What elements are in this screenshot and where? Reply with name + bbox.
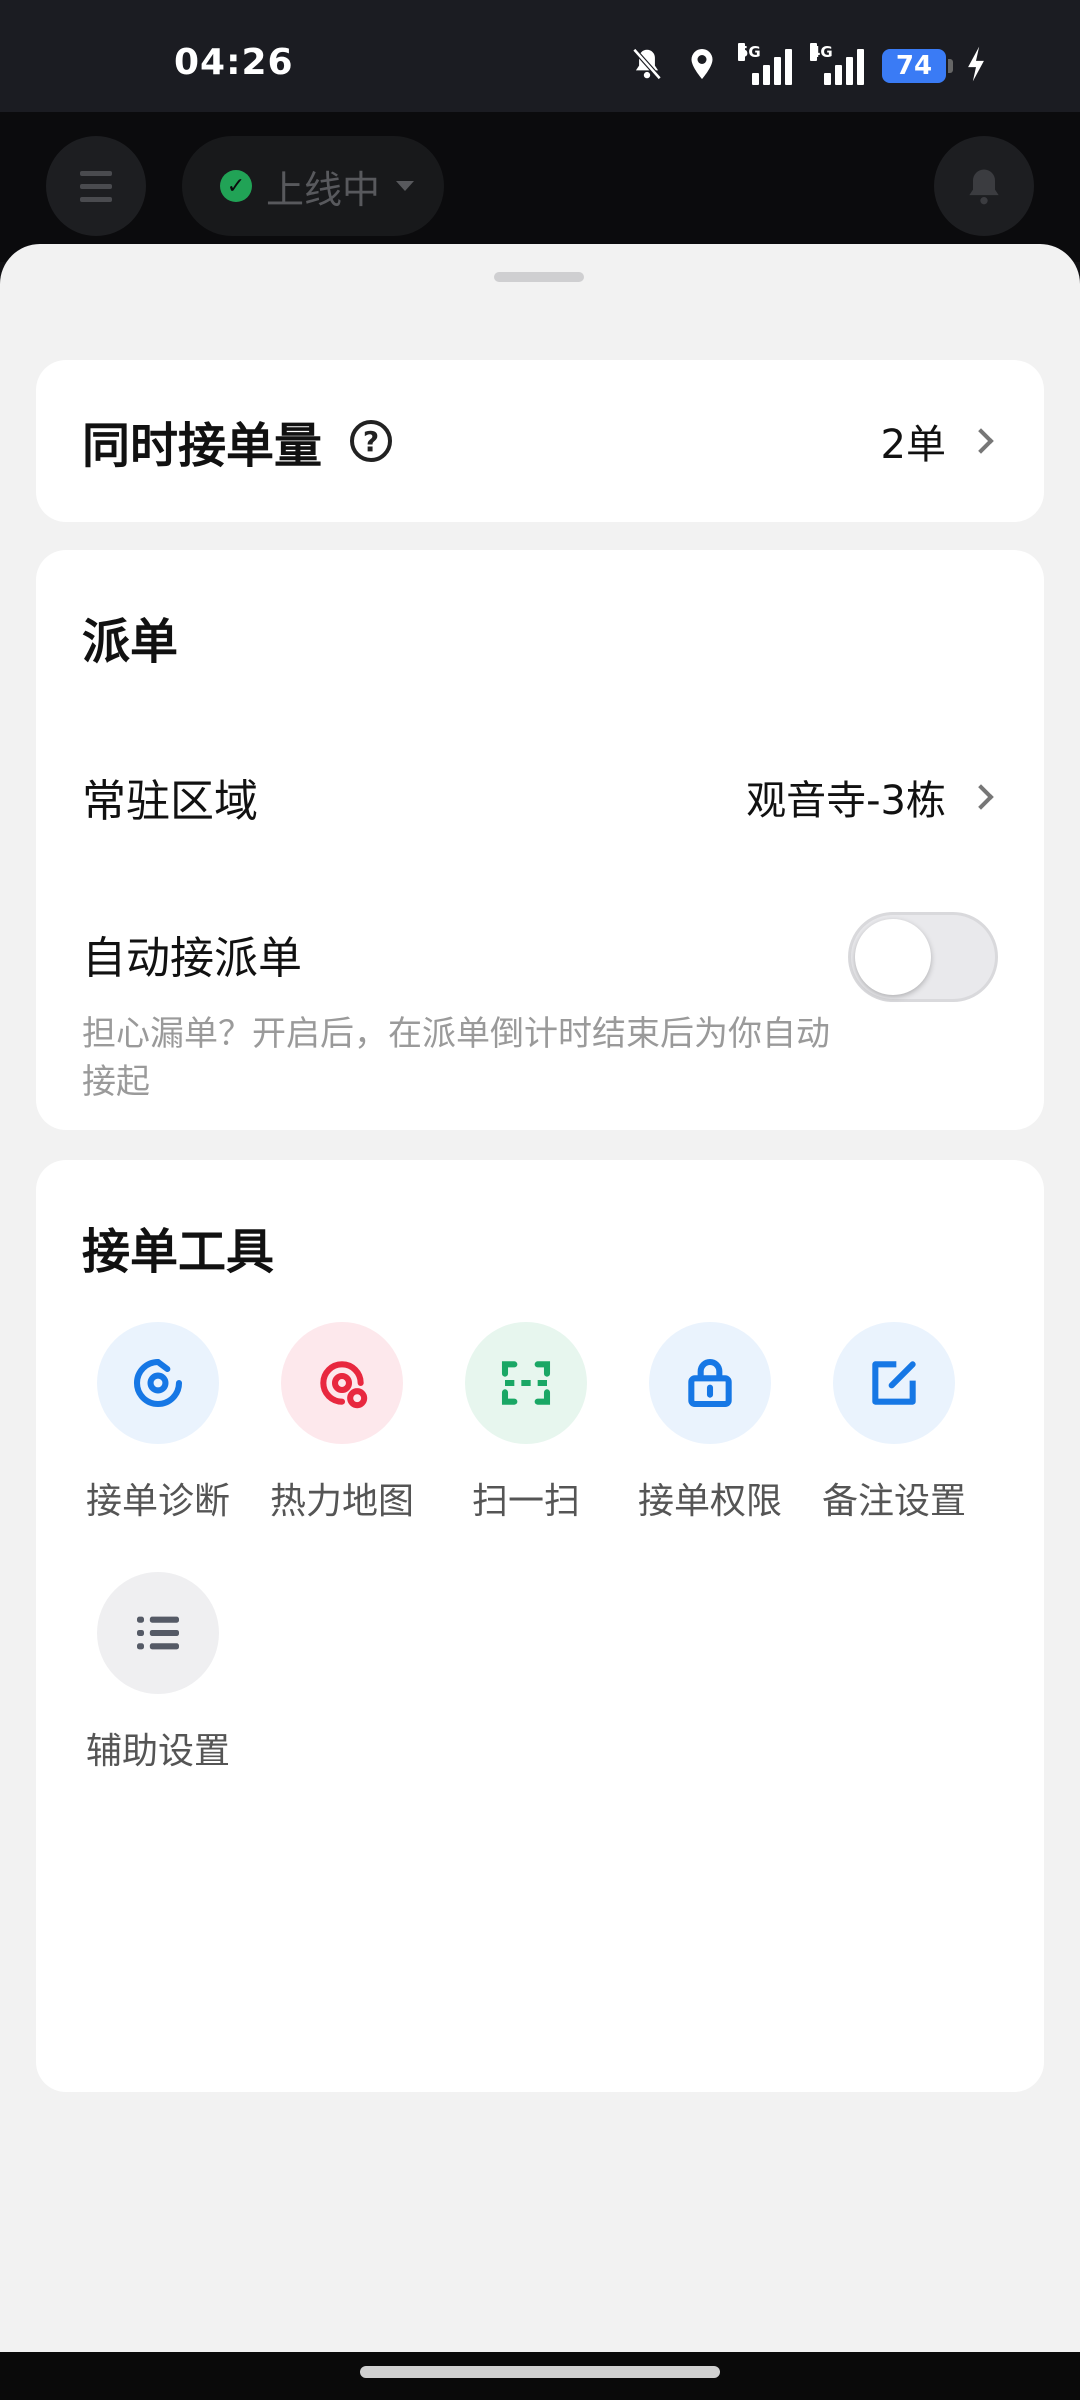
concurrent-orders-label: 同时接单量 — [82, 418, 323, 474]
battery-level: 74 — [895, 51, 933, 81]
tool-order-diagnosis[interactable]: 接单诊断 — [66, 1322, 250, 1524]
resident-region-value: 观音寺-3栋 — [746, 778, 946, 824]
status-time: 04:26 — [174, 42, 294, 83]
tool-label: 辅助设置 — [85, 1731, 230, 1772]
bell-icon — [969, 169, 999, 205]
tool-label: 备注设置 — [821, 1481, 966, 1522]
concurrent-orders-value: 2单 — [880, 422, 946, 468]
tool-label: 接单权限 — [637, 1481, 782, 1522]
settings-sheet: 同时接单量 ? 2单 派单 常驻区域 观音寺-3栋 自动接派单 担心漏单？开启后… — [0, 244, 1080, 2352]
online-status-label: 上线中 — [266, 167, 381, 212]
location-icon — [684, 45, 720, 87]
battery-icon: 74 — [882, 49, 953, 83]
tool-scan[interactable]: 扫一扫 — [434, 1322, 618, 1524]
tool-label: 热力地图 — [269, 1481, 414, 1522]
home-indicator[interactable] — [360, 2366, 720, 2378]
caret-down-icon — [396, 181, 415, 191]
auto-accept-toggle[interactable] — [848, 912, 998, 1002]
auto-accept-label: 自动接派单 — [82, 933, 302, 984]
signal-5g-icon: 5G — [738, 43, 792, 85]
tool-label: 接单诊断 — [85, 1481, 230, 1522]
tool-icon-bg — [281, 1322, 403, 1444]
resident-region-label: 常驻区域 — [82, 776, 258, 827]
tool-note-settings[interactable]: 备注设置 — [802, 1322, 986, 1524]
scan-icon — [501, 1361, 551, 1405]
app-header: ✓ 上线中 — [0, 112, 1080, 262]
charging-icon — [964, 45, 988, 87]
help-icon[interactable]: ? — [350, 420, 393, 462]
status-icons: 5G 4G 74 — [628, 43, 988, 88]
chevron-right-icon — [968, 428, 994, 454]
auto-accept-description: 担心漏单？开启后，在派单倒计时结束后为你自动接起 — [82, 1014, 830, 1102]
order-tools-card: 接单工具 接单诊断 热力地图 扫一扫 接单权限 备注设置 辅助设置 — [36, 1160, 1044, 2092]
diagnosis-icon — [134, 1358, 183, 1407]
tool-order-permission[interactable]: 接单权限 — [618, 1322, 802, 1524]
heatmap-icon — [320, 1361, 368, 1409]
signal-4g-icon: 4G — [810, 43, 864, 85]
menu-button[interactable] — [46, 136, 146, 236]
dispatch-card: 派单 常驻区域 观音寺-3栋 自动接派单 担心漏单？开启后，在派单倒计时结束后为… — [36, 550, 1044, 1130]
tool-icon-bg — [97, 1322, 219, 1444]
tool-icon-bg — [833, 1322, 955, 1444]
tool-heatmap[interactable]: 热力地图 — [250, 1322, 434, 1524]
mute-icon — [628, 45, 666, 87]
check-circle-icon: ✓ — [220, 170, 252, 202]
chevron-right-icon — [968, 784, 994, 810]
order-tools-title: 接单工具 — [82, 1224, 275, 1280]
dispatch-title: 派单 — [82, 614, 179, 670]
toggle-knob — [855, 919, 931, 995]
notification-button[interactable] — [934, 136, 1034, 236]
concurrent-orders-row[interactable]: 同时接单量 ? 2单 — [36, 360, 1044, 522]
lock-icon — [688, 1358, 732, 1408]
sheet-grabber[interactable] — [494, 272, 584, 282]
resident-region-row[interactable]: 常驻区域 观音寺-3栋 — [82, 762, 996, 832]
tool-icon-bg — [465, 1322, 587, 1444]
menu-icon — [80, 170, 112, 176]
tool-assist-settings[interactable]: 辅助设置 — [66, 1572, 250, 1774]
tool-icon-bg — [97, 1572, 219, 1694]
tools-grid: 接单诊断 热力地图 扫一扫 接单权限 备注设置 辅助设置 — [66, 1322, 1006, 1774]
navigation-bar — [0, 2352, 1080, 2400]
list-icon — [137, 1616, 179, 1650]
edit-note-icon — [872, 1361, 916, 1405]
status-bar: 04:26 5G 4G 74 — [0, 0, 1080, 112]
tool-icon-bg — [649, 1322, 771, 1444]
tool-label: 扫一扫 — [471, 1481, 580, 1522]
online-status-dropdown[interactable]: ✓ 上线中 — [182, 136, 444, 236]
